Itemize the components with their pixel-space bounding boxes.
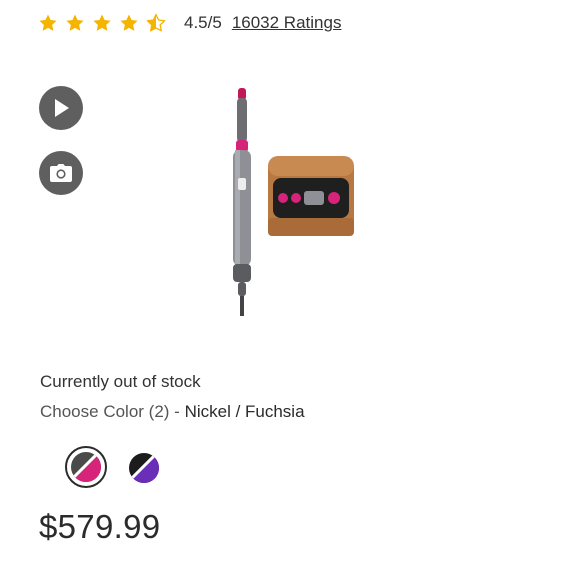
star-icon xyxy=(39,14,57,31)
choose-color-prefix: Choose Color (2) - xyxy=(40,402,185,421)
swatch-nickel-fuchsia[interactable] xyxy=(65,446,107,488)
selected-color-name: Nickel / Fuchsia xyxy=(184,402,305,421)
product-price: $579.99 xyxy=(39,508,161,545)
choose-color-label: Choose Color (2) - Nickel / Fuchsia xyxy=(40,402,305,422)
star-icon xyxy=(66,14,84,31)
rating-row: 4.5/5 16032 Ratings xyxy=(38,10,341,36)
play-video-button[interactable] xyxy=(39,86,83,130)
ratings-count-link[interactable]: 16032 Ratings xyxy=(232,13,342,33)
swatch-black-purple[interactable] xyxy=(129,453,159,483)
star-rating xyxy=(38,13,166,33)
rating-score: 4.5/5 xyxy=(184,13,222,32)
half-star-icon xyxy=(146,13,166,32)
swatch-nickel-fuchsia-graphic xyxy=(71,452,101,482)
swatch-black-purple-graphic xyxy=(129,453,159,483)
star-icon xyxy=(93,14,111,31)
play-icon xyxy=(55,99,69,117)
product-image[interactable] xyxy=(200,86,370,326)
stock-status: Currently out of stock xyxy=(40,372,201,391)
view-photos-button[interactable] xyxy=(39,151,83,195)
camera-icon xyxy=(50,164,72,182)
star-icon xyxy=(120,14,138,31)
